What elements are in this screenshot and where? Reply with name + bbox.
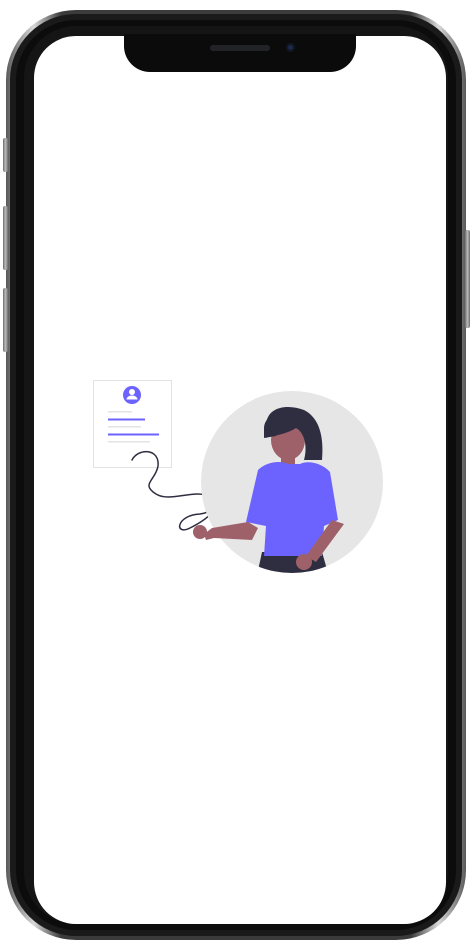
signing-illustration: [93, 380, 383, 573]
phone-mockup: [0, 0, 472, 944]
profile-document-icon: [93, 380, 172, 468]
